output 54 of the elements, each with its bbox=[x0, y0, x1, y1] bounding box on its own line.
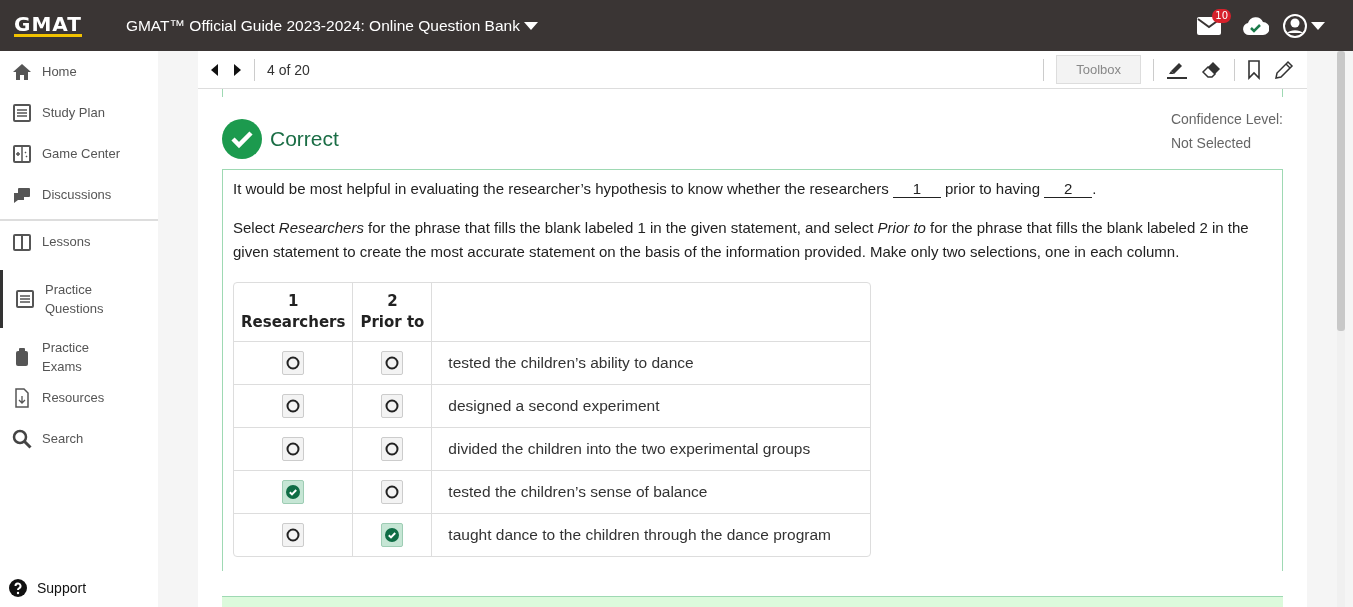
sidebar-item[interactable]: Home bbox=[0, 51, 158, 92]
option-text: divided the children into the two experimental groups bbox=[432, 428, 871, 471]
sidebar-item[interactable]: Practice Exams bbox=[0, 336, 158, 377]
instructions-text: Select Researchers for the phrase that fills the blank labeled 1 in the given statement, and select Prior to for the phrase that fills the blank labeled 2 in the given statement to create the most accurate statement on the basis of the information provided. Make only two selections, one in each column. bbox=[233, 218, 1250, 262]
question-counter: 4 of 20 bbox=[267, 61, 310, 78]
scrollbar-thumb[interactable] bbox=[1337, 51, 1345, 331]
sidebar-item[interactable]: Lessons bbox=[0, 221, 158, 262]
list-icon bbox=[12, 102, 32, 123]
radio-button[interactable] bbox=[381, 351, 404, 375]
result-label: Correct bbox=[270, 127, 339, 151]
document-icon bbox=[12, 387, 32, 408]
cloud-check-icon[interactable] bbox=[1243, 16, 1269, 35]
pencil-icon[interactable] bbox=[1273, 59, 1295, 80]
support-link[interactable]: Support bbox=[0, 579, 158, 607]
previous-icon[interactable] bbox=[210, 63, 220, 76]
home-icon bbox=[12, 61, 32, 82]
book-icon bbox=[12, 231, 32, 252]
radio-button[interactable] bbox=[381, 394, 404, 418]
option-text: tested the children’s ability to dance bbox=[432, 342, 871, 385]
gmat-logo[interactable]: GMAT bbox=[14, 14, 82, 37]
caret-icon[interactable] bbox=[523, 21, 538, 30]
account-icon[interactable] bbox=[1283, 13, 1307, 38]
sidebar-item[interactable]: Practice Questions bbox=[0, 270, 158, 328]
next-icon[interactable] bbox=[232, 63, 242, 76]
bookmark-icon[interactable] bbox=[1247, 59, 1261, 80]
sidebar-item[interactable]: Search bbox=[0, 418, 158, 459]
question-statement: It would be most helpful in evaluating the researcher’s hypothesis to know whether the researchers 1 prior to having 2 . bbox=[233, 180, 1098, 198]
confidence-label: Confidence Level: bbox=[1170, 110, 1283, 129]
caret-icon[interactable] bbox=[1311, 21, 1325, 30]
product-title[interactable]: GMAT™ Official Guide 2023-2024: Online Question Bank bbox=[125, 16, 520, 35]
radio-button[interactable] bbox=[381, 523, 404, 547]
eraser-icon[interactable] bbox=[1200, 59, 1222, 80]
search-icon bbox=[12, 428, 32, 449]
confidence-value: Not Selected bbox=[1170, 134, 1253, 153]
sidebar-item[interactable]: Discussions bbox=[0, 174, 158, 215]
help-icon bbox=[9, 579, 27, 597]
column-header: 1 Researchers bbox=[234, 283, 354, 342]
radio-button[interactable] bbox=[282, 480, 305, 504]
sidebar-item[interactable]: Resources bbox=[0, 377, 158, 418]
sidebar-item[interactable]: Study Plan bbox=[0, 92, 158, 133]
notification-badge: 10 bbox=[1212, 8, 1231, 23]
radio-button[interactable] bbox=[282, 523, 305, 547]
radio-button[interactable] bbox=[282, 351, 305, 375]
radio-button[interactable] bbox=[381, 480, 404, 504]
radio-button[interactable] bbox=[282, 394, 305, 418]
sidebar-item[interactable]: Game Center bbox=[0, 133, 158, 174]
radio-button[interactable] bbox=[282, 437, 305, 461]
game-icon bbox=[12, 143, 32, 164]
radio-button[interactable] bbox=[381, 437, 404, 461]
list-icon bbox=[15, 289, 35, 309]
column-header: 2 Prior to bbox=[353, 283, 433, 342]
option-text: tested the children’s sense of balance bbox=[432, 471, 871, 514]
option-text: taught dance to the children through the dance program bbox=[447, 525, 832, 545]
option-text: designed a second experiment bbox=[432, 385, 871, 428]
